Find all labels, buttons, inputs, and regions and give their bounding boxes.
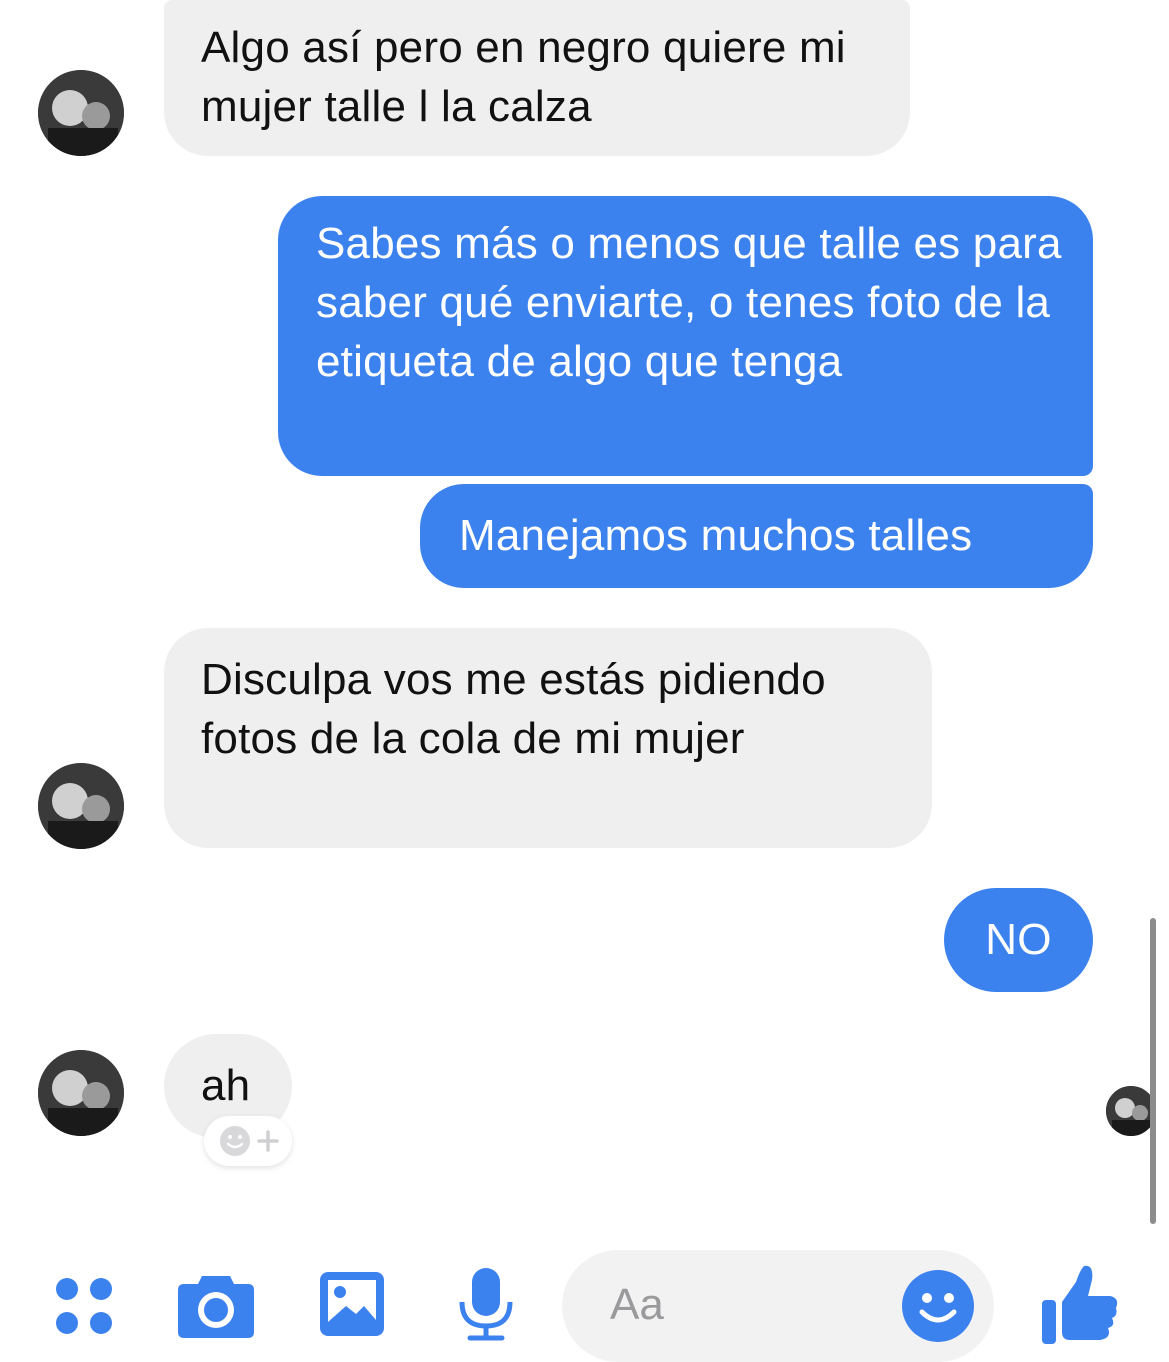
contact-avatar[interactable]	[38, 70, 124, 156]
more-apps-icon	[56, 1278, 112, 1334]
message-text: Algo así pero en negro quiere mi mujer t…	[201, 23, 846, 131]
camera-icon	[178, 1276, 254, 1338]
message-input-placeholder: Aa	[610, 1280, 664, 1329]
microphone-icon	[459, 1268, 513, 1341]
more-apps-button[interactable]	[52, 1274, 116, 1338]
emoji-icon	[902, 1270, 974, 1342]
message-text: ah	[201, 1061, 251, 1110]
message-text: Sabes más o menos que talle es para sabe…	[316, 219, 1062, 386]
message-text: Disculpa vos me estás pidiendo fotos de …	[201, 655, 826, 763]
scrollbar[interactable]	[1150, 918, 1156, 1224]
message-text: NO	[985, 915, 1052, 964]
gallery-icon	[320, 1272, 384, 1336]
outgoing-message-bubble[interactable]: Manejamos muchos talles	[420, 484, 1093, 588]
contact-avatar[interactable]	[38, 763, 124, 849]
gallery-button[interactable]	[318, 1270, 386, 1338]
add-reaction-button[interactable]	[204, 1116, 292, 1166]
camera-button[interactable]	[176, 1270, 256, 1340]
incoming-message-bubble[interactable]: Algo así pero en negro quiere mi mujer t…	[164, 0, 910, 156]
like-icon	[1042, 1265, 1118, 1344]
emoji-button[interactable]	[900, 1268, 976, 1344]
message-text: Manejamos muchos talles	[459, 511, 973, 560]
incoming-message-bubble[interactable]: Disculpa vos me estás pidiendo fotos de …	[164, 628, 932, 848]
message-input[interactable]: Aa	[562, 1250, 994, 1362]
read-receipt-avatar	[1106, 1086, 1156, 1136]
microphone-button[interactable]	[456, 1266, 516, 1342]
contact-avatar[interactable]	[38, 1050, 124, 1136]
outgoing-message-bubble[interactable]: NO	[944, 888, 1093, 992]
add-reaction-icon	[220, 1126, 279, 1156]
outgoing-message-bubble[interactable]: Sabes más o menos que talle es para sabe…	[278, 196, 1093, 476]
like-button[interactable]	[1040, 1264, 1120, 1346]
